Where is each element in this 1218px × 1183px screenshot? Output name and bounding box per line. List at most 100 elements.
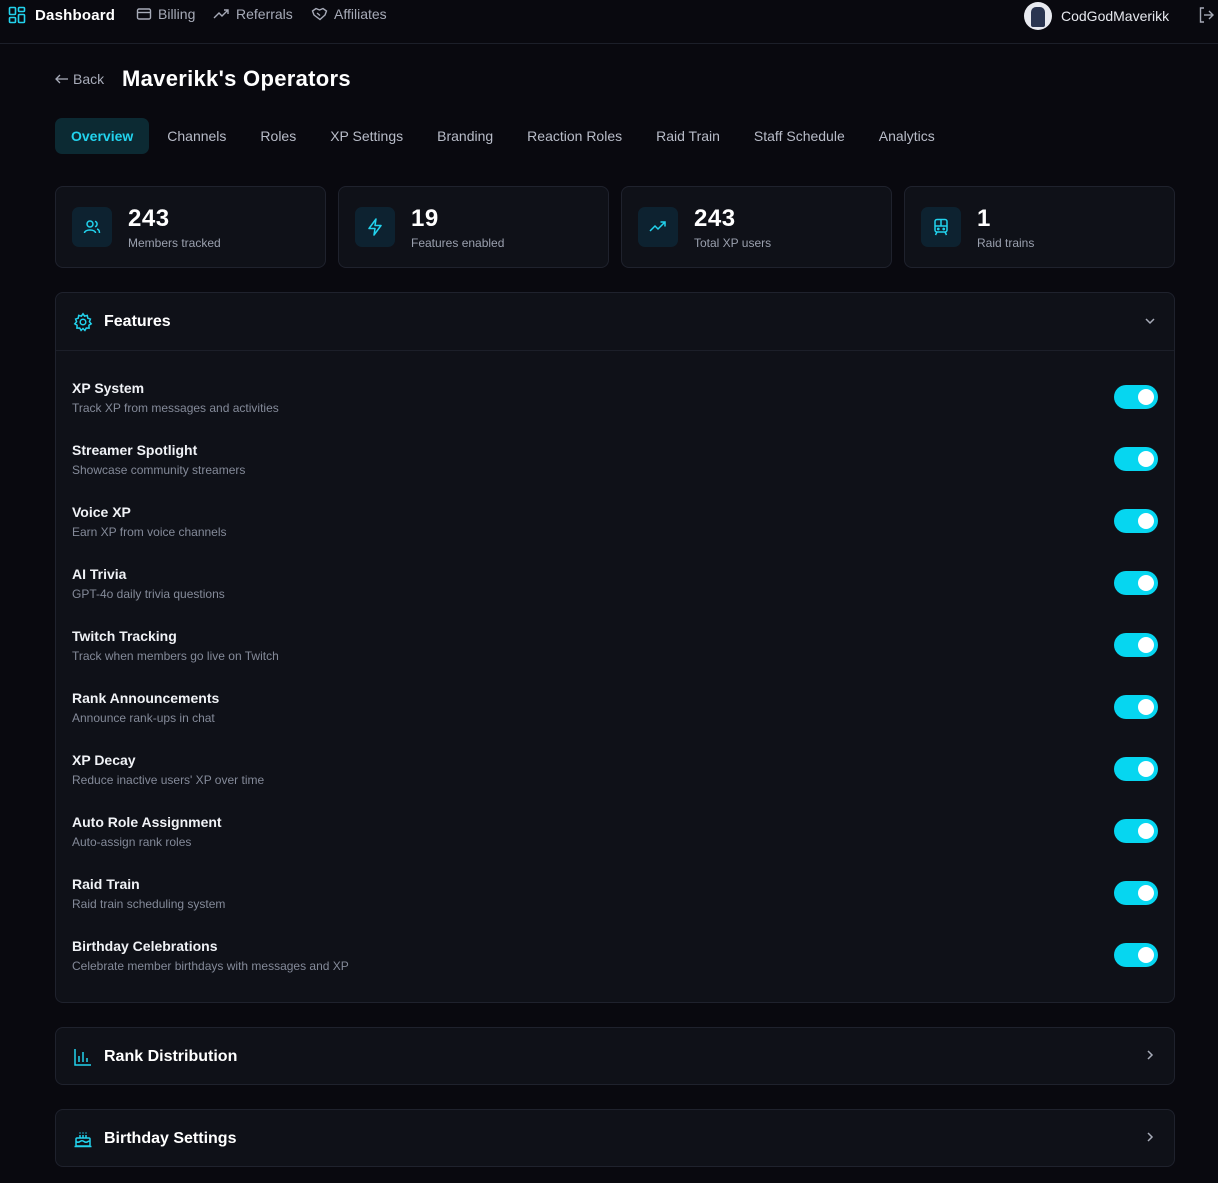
arrow-left-icon	[55, 73, 69, 85]
avatar	[1024, 2, 1052, 30]
feature-name: AI Trivia	[72, 566, 127, 582]
trending-up-icon	[638, 207, 678, 247]
stat-label: Members tracked	[128, 236, 221, 250]
stat-card-features: 19 Features enabled	[338, 186, 609, 268]
streamer-spotlight-toggle[interactable]	[1114, 447, 1158, 471]
feature-row-voice-xp: Voice XP Earn XP from voice channels	[72, 504, 1160, 554]
stat-card-xp-users: 243 Total XP users	[621, 186, 892, 268]
back-button[interactable]: Back	[55, 71, 104, 87]
feature-name: Twitch Tracking	[72, 628, 177, 644]
features-panel: Features XP System Track XP from message…	[55, 292, 1175, 1003]
feature-desc: Reduce inactive users' XP over time	[72, 773, 265, 787]
logout-icon	[1198, 6, 1214, 24]
feature-row-rank-announcements: Rank Announcements Announce rank-ups in …	[72, 690, 1160, 740]
bar-chart-icon	[73, 1047, 93, 1067]
xp-decay-toggle[interactable]	[1114, 757, 1158, 781]
username: CodGodMaverikk	[1061, 8, 1170, 24]
tab-channels[interactable]: Channels	[151, 118, 242, 154]
twitch-tracking-toggle[interactable]	[1114, 633, 1158, 657]
tab-bar: Overview Channels Roles XP Settings Bran…	[55, 118, 951, 154]
stat-card-raid-trains: 1 Raid trains	[904, 186, 1175, 268]
feature-row-twitch-tracking: Twitch Tracking Track when members go li…	[72, 628, 1160, 678]
tab-xp-settings[interactable]: XP Settings	[314, 118, 419, 154]
feature-desc: GPT-4o daily trivia questions	[72, 587, 225, 601]
stat-label: Raid trains	[977, 236, 1035, 250]
nav-affiliates-link[interactable]: Affiliates	[311, 6, 387, 22]
birthday-settings-panel[interactable]: Birthday Settings	[55, 1109, 1175, 1167]
feature-name: Rank Announcements	[72, 690, 220, 706]
stat-value: 1	[977, 205, 991, 232]
stat-value: 19	[411, 205, 439, 232]
stat-card-members: 243 Members tracked	[55, 186, 326, 268]
tab-staff-schedule[interactable]: Staff Schedule	[738, 118, 861, 154]
feature-name: Streamer Spotlight	[72, 442, 198, 458]
back-label: Back	[73, 71, 105, 87]
feature-name: XP Decay	[72, 752, 136, 768]
tab-raid-train[interactable]: Raid Train	[640, 118, 736, 154]
lightning-icon	[355, 207, 395, 247]
features-title: Features	[104, 313, 171, 330]
feature-name: Birthday Celebrations	[72, 938, 218, 954]
feature-desc: Auto-assign rank roles	[72, 835, 192, 849]
train-icon	[921, 207, 961, 247]
feature-desc: Earn XP from voice channels	[72, 525, 227, 539]
feature-row-raid-train: Raid Train Raid train scheduling system	[72, 876, 1160, 926]
feature-desc: Track XP from messages and activities	[72, 401, 279, 415]
tab-roles[interactable]: Roles	[244, 118, 312, 154]
feature-desc: Announce rank-ups in chat	[72, 711, 215, 725]
birthday-celebrations-toggle[interactable]	[1114, 943, 1158, 967]
chevron-down-icon[interactable]	[1143, 314, 1157, 328]
xp-system-toggle[interactable]	[1114, 385, 1158, 409]
feature-row-ai-trivia: AI Trivia GPT-4o daily trivia questions	[72, 566, 1160, 616]
users-icon	[72, 207, 112, 247]
rank-distribution-panel[interactable]: Rank Distribution	[55, 1027, 1175, 1085]
rank-distribution-title: Rank Distribution	[104, 1048, 238, 1065]
feature-desc: Celebrate member birthdays with messages…	[72, 959, 349, 973]
feature-name: Voice XP	[72, 504, 131, 520]
feature-name: XP System	[72, 380, 145, 396]
nav-billing-link[interactable]: Billing	[136, 6, 195, 22]
card-icon	[136, 6, 152, 22]
nav-referrals-label: Referrals	[236, 6, 293, 22]
dashboard-grid-icon	[8, 6, 26, 24]
stat-label: Total XP users	[694, 236, 772, 250]
feature-row-xp-system: XP System Track XP from messages and act…	[72, 380, 1160, 430]
feature-desc: Track when members go live on Twitch	[72, 649, 279, 663]
tab-branding[interactable]: Branding	[421, 118, 509, 154]
logout-button[interactable]	[1198, 6, 1214, 24]
trending-icon	[213, 6, 230, 22]
cake-icon	[73, 1129, 93, 1149]
feature-desc: Raid train scheduling system	[72, 897, 226, 911]
chevron-right-icon[interactable]	[1143, 1048, 1157, 1062]
chevron-right-icon[interactable]	[1143, 1130, 1157, 1144]
feature-name: Raid Train	[72, 876, 140, 892]
features-panel-header[interactable]: Features	[56, 293, 1174, 351]
top-navbar: Dashboard Billing Referrals Affiliates C…	[0, 0, 1218, 44]
auto-role-assignment-toggle[interactable]	[1114, 819, 1158, 843]
feature-desc: Showcase community streamers	[72, 463, 246, 477]
voice-xp-toggle[interactable]	[1114, 509, 1158, 533]
tab-overview[interactable]: Overview	[55, 118, 150, 154]
stat-value: 243	[694, 205, 736, 232]
tab-reaction-roles[interactable]: Reaction Roles	[511, 118, 638, 154]
feature-name: Auto Role Assignment	[72, 814, 222, 830]
feature-row-xp-decay: XP Decay Reduce inactive users' XP over …	[72, 752, 1160, 802]
user-menu[interactable]: CodGodMaverikk	[1024, 2, 1169, 30]
nav-brand-label: Dashboard	[35, 6, 116, 24]
feature-row-streamer-spotlight: Streamer Spotlight Showcase community st…	[72, 442, 1160, 492]
nav-dashboard-link[interactable]: Dashboard	[8, 6, 115, 24]
page-title: Maverikk's Operators	[122, 66, 351, 91]
feature-row-auto-role-assignment: Auto Role Assignment Auto-assign rank ro…	[72, 814, 1160, 864]
ai-trivia-toggle[interactable]	[1114, 571, 1158, 595]
nav-referrals-link[interactable]: Referrals	[213, 6, 293, 22]
handshake-icon	[311, 6, 328, 22]
nav-billing-label: Billing	[158, 6, 196, 22]
gear-icon	[73, 312, 93, 332]
nav-affiliates-label: Affiliates	[334, 6, 387, 22]
birthday-settings-title: Birthday Settings	[104, 1130, 237, 1147]
tab-analytics[interactable]: Analytics	[863, 118, 951, 154]
feature-row-birthday-celebrations: Birthday Celebrations Celebrate member b…	[72, 938, 1160, 988]
stat-label: Features enabled	[411, 236, 505, 250]
rank-announcements-toggle[interactable]	[1114, 695, 1158, 719]
raid-train-toggle[interactable]	[1114, 881, 1158, 905]
